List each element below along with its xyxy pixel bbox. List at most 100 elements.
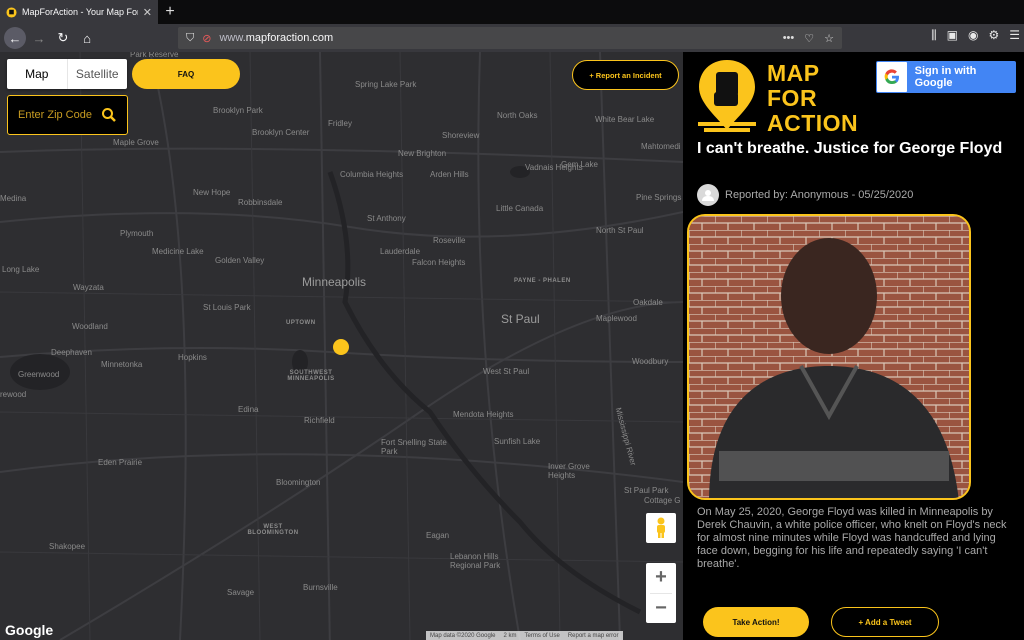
map-label: Cottage G: [644, 496, 681, 505]
report-incident-button[interactable]: + Report an Incident: [572, 60, 679, 90]
account-icon[interactable]: ◉: [968, 28, 978, 43]
map-data-text: Map data ©2020 Google: [430, 632, 496, 639]
close-tab-icon[interactable]: ✕: [143, 6, 152, 19]
report-map-error-link[interactable]: Report a map error: [564, 633, 623, 639]
map-label: WEST BLOOMINGTON: [247, 524, 299, 536]
incident-photo: [687, 214, 971, 500]
map-label: Woodland: [72, 322, 108, 331]
brand-wordmark: MAP FOR ACTION: [767, 60, 859, 136]
map-attribution: Map data ©2020 Google 2 km Terms of Use …: [426, 631, 623, 640]
map-label: Hopkins: [178, 353, 207, 362]
map-label: Wayzata: [73, 283, 104, 292]
incident-description: On May 25, 2020, George Floyd was killed…: [697, 506, 1007, 570]
map-type-control: Map Satellite: [7, 59, 127, 89]
map-label: Bloomington: [276, 478, 321, 487]
incident-panel: MAP FOR ACTION Sign in with Google I can…: [683, 52, 1024, 640]
map-label: Golden Valley: [215, 256, 265, 265]
map-label: Columbia Heights: [340, 170, 404, 179]
fist-favicon-icon: [6, 6, 17, 18]
take-action-button[interactable]: Take Action!: [703, 607, 809, 637]
tab-title: MapForAction - Your Map For C: [22, 7, 138, 17]
pocket-icon[interactable]: ♡: [804, 32, 814, 45]
map-label: Oakdale: [633, 298, 663, 307]
map-label: Little Canada: [496, 204, 544, 213]
extension-icon[interactable]: ⚙: [988, 28, 999, 43]
site-permission-icon[interactable]: ⊘: [202, 32, 211, 45]
browser-tab[interactable]: MapForAction - Your Map For C ✕: [0, 0, 158, 24]
menu-icon[interactable]: ☰: [1009, 28, 1020, 43]
library-icon[interactable]: ⫼: [931, 28, 937, 43]
map-label: Minnetonka: [101, 360, 143, 369]
shield-icon[interactable]: ⛉: [186, 32, 194, 45]
map-label: New Hope: [193, 188, 231, 197]
street-view-pegman-icon[interactable]: [646, 513, 676, 543]
url-bar[interactable]: ⛉ ⊘ www.mapforaction.com ••• ♡ ☆: [178, 27, 842, 49]
zip-code-input[interactable]: Enter Zip Code: [7, 95, 128, 135]
incident-marker[interactable]: [333, 339, 349, 355]
map-label: Robbinsdale: [238, 198, 283, 207]
map-label: SOUTHWEST MINNEAPOLIS: [287, 370, 335, 382]
map-type-satellite-button[interactable]: Satellite: [68, 59, 128, 89]
new-tab-icon[interactable]: +: [158, 0, 182, 24]
reload-icon[interactable]: ↻: [52, 27, 74, 49]
back-icon[interactable]: ←: [4, 27, 26, 49]
map-label: Shoreview: [442, 131, 480, 140]
map-label: Lauderdale: [380, 247, 421, 256]
google-logo[interactable]: Google: [5, 622, 53, 638]
zoom-out-button[interactable]: −: [646, 594, 676, 624]
map-label: Brooklyn Park: [213, 106, 263, 115]
map-label: Inver Grove Heights: [548, 462, 590, 480]
map-label: Edina: [238, 405, 259, 414]
map-label: West St Paul: [483, 367, 530, 376]
map-label: Sunfish Lake: [494, 437, 541, 446]
browser-nav-bar: ← → ↻ ⌂ ⛉ ⊘ www.mapforaction.com ••• ♡ ☆…: [0, 24, 1024, 52]
map-label: White Bear Lake: [595, 115, 655, 124]
map-label: Eden Prairie: [98, 458, 143, 467]
avatar: [697, 184, 719, 206]
incident-title: I can't breathe. Justice for George Floy…: [697, 140, 1003, 157]
map-view[interactable]: Park Reserve Spring Lake Park Brooklyn Par…: [0, 52, 683, 640]
map-label: Savage: [227, 588, 255, 597]
zoom-in-button[interactable]: +: [646, 563, 676, 593]
page-actions-icon[interactable]: •••: [783, 32, 795, 45]
add-tweet-button[interactable]: + Add a Tweet: [831, 607, 939, 637]
google-signin-button[interactable]: Sign in with Google: [876, 61, 1016, 93]
faq-button[interactable]: FAQ: [132, 59, 240, 89]
map-label: Richfield: [304, 416, 335, 425]
map-label: St Paul Park: [624, 486, 669, 495]
map-label: Eagan: [426, 531, 450, 540]
map-label: St Louis Park: [203, 303, 251, 312]
map-type-map-button[interactable]: Map: [7, 59, 67, 89]
map-label: rewood: [0, 390, 27, 399]
fist-logo-icon: [698, 60, 756, 132]
map-label: Deephaven: [51, 348, 92, 357]
map-label: St Anthony: [367, 214, 406, 223]
map-label: Falcon Heights: [412, 258, 466, 267]
map-label: Pine Springs: [636, 193, 682, 202]
map-label: UPTOWN: [286, 320, 316, 326]
terms-link[interactable]: Terms of Use: [520, 633, 563, 639]
url-text: www.mapforaction.com: [219, 32, 334, 44]
map-label: Fort Snelling State Park: [381, 438, 447, 456]
sidebar-icon[interactable]: ▣: [947, 28, 958, 43]
map-label: North Oaks: [497, 111, 538, 120]
reporter-text: Reported by: Anonymous - 05/25/2020: [725, 189, 914, 201]
map-label: New Brighton: [398, 149, 447, 158]
scale-text[interactable]: 2 km: [499, 633, 520, 639]
reporter-line: Reported by: Anonymous - 05/25/2020: [697, 184, 913, 206]
map-label: Shakopee: [49, 542, 86, 551]
map-label: Medicine Lake: [152, 247, 204, 256]
map-label: Woodbury: [632, 357, 669, 366]
zip-placeholder: Enter Zip Code: [18, 109, 92, 121]
map-label: Burnsville: [303, 583, 338, 592]
google-g-icon: [877, 62, 907, 92]
google-signin-label: Sign in with Google: [914, 65, 977, 89]
map-label: Arden Hills: [430, 170, 469, 179]
home-icon[interactable]: ⌂: [76, 27, 98, 49]
forward-icon[interactable]: →: [28, 27, 50, 49]
map-label: Plymouth: [120, 229, 154, 238]
map-label: St Paul: [501, 312, 540, 326]
search-icon[interactable]: [101, 107, 117, 123]
bookmark-star-icon[interactable]: ☆: [824, 32, 834, 45]
map-label: Greenwood: [18, 370, 60, 379]
